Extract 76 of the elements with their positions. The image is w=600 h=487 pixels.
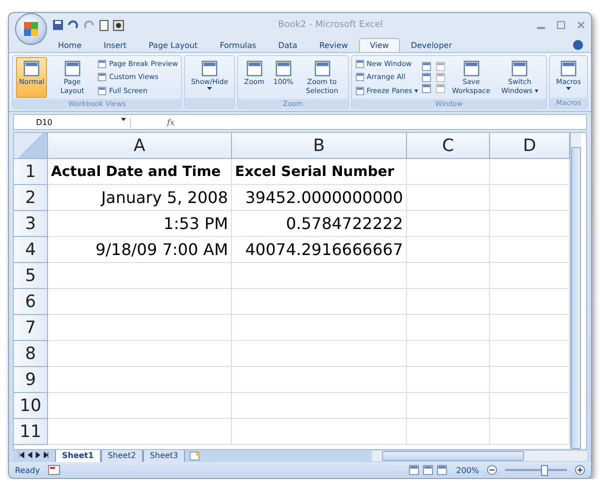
macro-record-icon[interactable] <box>48 465 60 475</box>
sheet-tab[interactable]: Sheet3 <box>142 450 186 462</box>
ribbon-tab[interactable]: Review <box>308 38 359 52</box>
function-button[interactable]: fx <box>131 118 180 126</box>
sheet-tab[interactable]: Sheet1 <box>55 450 101 462</box>
ribbon-tab[interactable]: Insert <box>92 38 138 52</box>
status-text: Ready <box>15 466 40 474</box>
page-icon <box>435 61 446 72</box>
page-icon <box>62 59 82 78</box>
camera-icon[interactable] <box>113 20 124 30</box>
window-icon <box>354 72 365 82</box>
windows-icon <box>462 59 481 78</box>
column-header[interactable]: C <box>407 133 490 159</box>
row-header[interactable]: 7 <box>14 315 48 341</box>
window-icon <box>97 72 108 82</box>
page-icon <box>435 83 446 94</box>
sheet-tab[interactable]: Sheet2 <box>100 450 143 462</box>
column-header[interactable]: B <box>232 133 407 159</box>
window-icon <box>421 83 432 94</box>
logo-icon <box>23 21 39 37</box>
table-cell: 9/18/09 7:00 AM <box>48 237 232 263</box>
undo-icon[interactable] <box>67 20 79 30</box>
row-header[interactable]: 10 <box>14 393 48 419</box>
new-sheet-icon[interactable] <box>189 451 202 461</box>
window-icon <box>97 58 108 69</box>
name-box[interactable]: D10 <box>14 118 131 126</box>
table-cell: 0.5784722222 <box>232 211 407 237</box>
row-header[interactable]: 5 <box>14 263 48 289</box>
ribbon-tab[interactable]: Formulas <box>208 38 268 52</box>
help-icon[interactable] <box>573 40 583 50</box>
window-title: Book2 - Microsoft Excel <box>277 20 384 30</box>
window-icon <box>354 58 365 69</box>
close-icon[interactable] <box>577 21 585 29</box>
table-cell: 39452.0000000000 <box>232 185 407 211</box>
slider-thumb[interactable] <box>541 464 548 476</box>
ribbon-tab[interactable]: Developer <box>400 38 463 52</box>
row-header[interactable]: 9 <box>14 367 48 393</box>
zoom-out-icon[interactable] <box>487 465 497 475</box>
window-icon <box>97 86 108 96</box>
ribbon-tab[interactable]: Home <box>47 38 93 52</box>
caret-icon <box>121 118 126 122</box>
maximize-icon[interactable] <box>557 21 565 29</box>
row-header[interactable]: 3 <box>14 211 48 237</box>
row-header[interactable]: 8 <box>14 341 48 367</box>
column-header[interactable]: A <box>48 133 232 159</box>
redo-icon[interactable] <box>83 20 95 30</box>
new-document-icon[interactable] <box>99 20 109 30</box>
table-cell: Actual Date and Time <box>48 159 232 185</box>
row-header[interactable]: 1 <box>14 159 48 185</box>
row-header[interactable]: 2 <box>14 185 48 211</box>
ribbon-tab[interactable]: View <box>358 38 400 52</box>
column-header[interactable]: D <box>490 133 570 159</box>
office-button[interactable] <box>15 13 47 45</box>
table-cell: 1:53 PM <box>48 211 232 237</box>
table-cell: Excel Serial Number <box>232 159 407 185</box>
window-icon <box>354 86 365 96</box>
page-layout-view-icon <box>422 464 434 476</box>
page-icon <box>435 72 446 83</box>
row-header[interactable]: 6 <box>14 289 48 315</box>
table-cell: January 5, 2008 <box>48 185 232 211</box>
zoom-level[interactable]: 200% <box>456 466 479 474</box>
row-header[interactable]: 11 <box>14 419 48 445</box>
window-icon <box>421 61 432 72</box>
page-icon <box>274 59 293 78</box>
row-header[interactable]: 4 <box>14 237 48 263</box>
normal-view-icon <box>408 464 420 476</box>
ribbon-tab[interactable]: Data <box>267 38 308 52</box>
window-icon <box>421 72 432 83</box>
zoom-in-icon[interactable] <box>575 465 585 475</box>
windows-icon <box>510 59 530 78</box>
table-cell: 40074.2916666667 <box>232 237 407 263</box>
horizontal-scrollbar[interactable] <box>372 451 587 461</box>
ribbon-tab[interactable]: Page Layout <box>138 38 209 52</box>
vertical-scrollbar[interactable] <box>570 133 581 449</box>
page-break-view-icon <box>436 464 448 476</box>
save-icon[interactable] <box>53 20 63 30</box>
